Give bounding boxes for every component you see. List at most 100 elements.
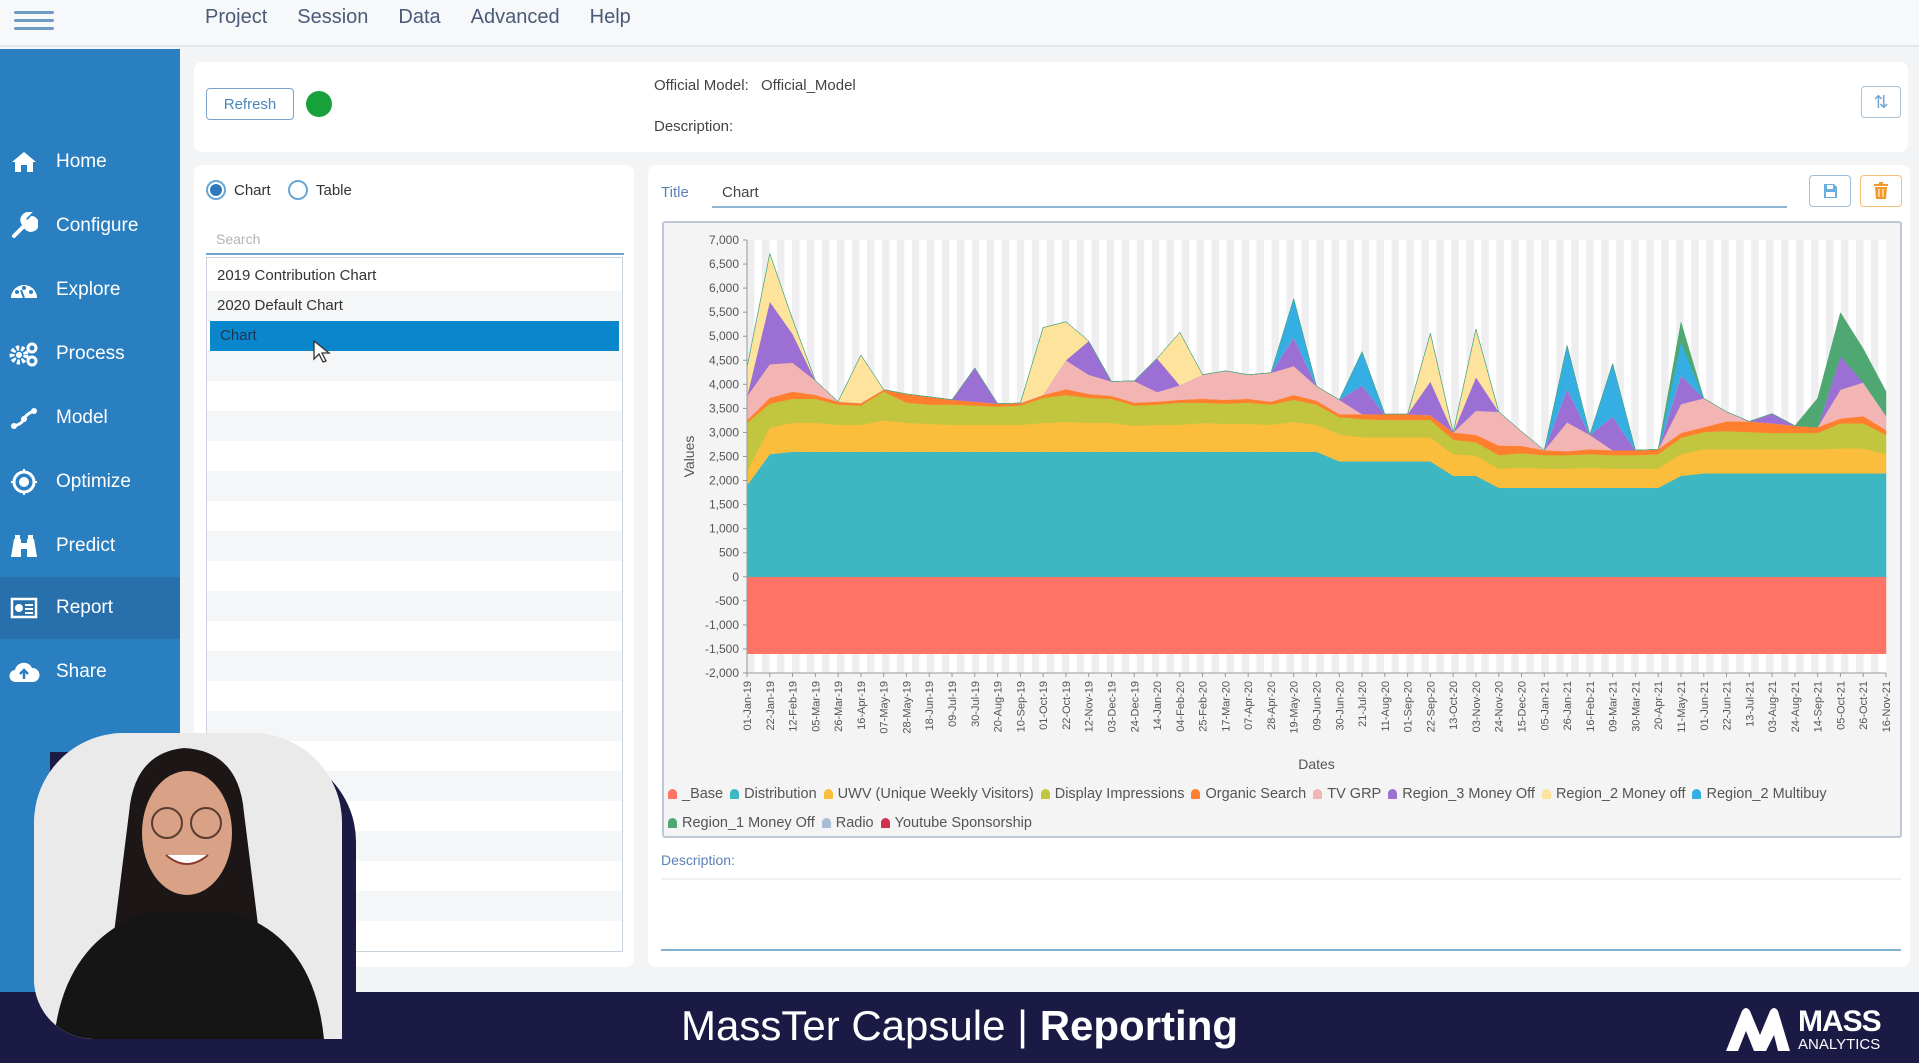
- list-item[interactable]: 2020 Default Chart: [207, 291, 622, 321]
- top-menu-bar: Project Session Data Advanced Help: [0, 0, 1919, 47]
- legend-marker-icon: [880, 818, 890, 828]
- x-axis-title: Dates: [1298, 756, 1335, 772]
- list-item-empty: [207, 651, 622, 681]
- menu-data[interactable]: Data: [398, 6, 440, 29]
- y-axis-title: Values: [681, 436, 697, 478]
- y-tick-label: 2,000: [709, 474, 739, 488]
- radio-chart[interactable]: Chart: [206, 180, 271, 200]
- sidebar-item-label: Model: [56, 407, 108, 428]
- x-tick-label: 05-Oct-21: [1835, 681, 1847, 730]
- legend-item[interactable]: Display Impressions: [1040, 780, 1184, 808]
- delete-button[interactable]: [1860, 175, 1902, 207]
- mass-analytics-logo: MASS ANALYTICS: [1722, 1004, 1882, 1053]
- sort-button[interactable]: ⇅: [1861, 86, 1901, 118]
- legend-marker-icon: [1388, 789, 1398, 799]
- sidebar-item-label: Process: [56, 343, 125, 364]
- official-model-label: Official Model:: [654, 77, 749, 94]
- list-item-empty: [207, 351, 622, 381]
- legend-marker-icon: [823, 789, 833, 799]
- legend-label: Distribution: [744, 786, 817, 802]
- title-label: Title: [661, 184, 689, 201]
- legend-label: Organic Search: [1205, 786, 1307, 802]
- sidebar-item-home[interactable]: Home: [0, 131, 180, 193]
- x-tick-label: 09-Jul-19: [947, 681, 959, 727]
- x-tick-label: 05-Jan-21: [1539, 681, 1551, 731]
- legend-item[interactable]: Region_3 Money Off: [1388, 780, 1535, 808]
- legend-marker-icon: [1191, 789, 1201, 799]
- x-tick-label: 30-Jun-20: [1334, 681, 1346, 731]
- wrench-icon: [4, 212, 44, 240]
- y-tick-label: -1,000: [705, 618, 739, 632]
- list-item-empty: [207, 621, 622, 651]
- chart-container: -2,000 -1,500 -1,000 -500 0 500 1,000 1,500 2,00…: [662, 221, 1902, 838]
- radio-chart-circle[interactable]: [206, 180, 226, 200]
- list-item-empty: [207, 381, 622, 411]
- home-icon: [4, 150, 44, 174]
- x-tick-label: 03-Dec-19: [1106, 681, 1118, 732]
- legend-item[interactable]: UWV (Unique Weekly Visitors): [823, 780, 1034, 808]
- list-item-empty: [207, 681, 622, 711]
- legend-marker-icon: [1040, 789, 1050, 799]
- y-tick-label: 7,000: [709, 233, 739, 247]
- model-icon: [4, 406, 44, 430]
- x-tick-label: 18-Jun-19: [924, 681, 936, 731]
- sidebar-item-report[interactable]: Report: [0, 577, 180, 639]
- y-tick-label: -500: [715, 594, 739, 608]
- y-tick-label: 4,500: [709, 353, 739, 367]
- sidebar-item-optimize[interactable]: Optimize: [0, 451, 180, 513]
- y-tick-label: 6,000: [709, 281, 739, 295]
- x-tick-label: 12-Nov-19: [1084, 681, 1096, 732]
- stacked-area-chart: -2,000 -1,500 -1,000 -500 0 500 1,000 1,500 2,00…: [681, 233, 1893, 772]
- list-item-selected[interactable]: Chart: [210, 321, 619, 351]
- gauge-icon: [4, 278, 44, 302]
- legend-item[interactable]: Region_2 Money off: [1541, 780, 1685, 808]
- y-tick-label: 2,500: [709, 450, 739, 464]
- refresh-button[interactable]: Refresh: [206, 88, 294, 120]
- x-tick-label: 20-Apr-21: [1653, 681, 1665, 730]
- sidebar-item-explore[interactable]: Explore: [0, 259, 180, 321]
- menu-help[interactable]: Help: [590, 6, 631, 29]
- sidebar-item-share[interactable]: Share: [0, 641, 180, 703]
- search-input[interactable]: [206, 225, 624, 255]
- title-input[interactable]: [712, 178, 1787, 208]
- chart-description-input[interactable]: [661, 878, 1901, 951]
- legend-item[interactable]: Organic Search: [1191, 780, 1306, 808]
- x-tick-label: 24-Aug-21: [1790, 681, 1802, 732]
- legend-item[interactable]: Distribution: [730, 780, 817, 808]
- hamburger-menu-icon[interactable]: [14, 6, 54, 36]
- sort-arrows-icon: ⇅: [1873, 91, 1889, 112]
- legend-item[interactable]: TV GRP: [1313, 780, 1381, 808]
- radio-table-circle[interactable]: [288, 180, 308, 200]
- sidebar-item-configure[interactable]: Configure: [0, 195, 180, 257]
- sidebar-item-label: Share: [56, 661, 107, 682]
- legend-item[interactable]: Region_1 Money Off: [668, 809, 815, 837]
- menu-project[interactable]: Project: [205, 6, 267, 29]
- menu-advanced[interactable]: Advanced: [471, 6, 560, 29]
- legend-item[interactable]: _Base: [668, 780, 723, 808]
- logo-main-text: MASS: [1798, 1004, 1882, 1038]
- list-item[interactable]: 2019 Contribution Chart: [207, 261, 622, 291]
- radio-table[interactable]: Table: [288, 180, 352, 200]
- legend-label: Region_3 Money Off: [1402, 786, 1535, 802]
- save-button[interactable]: [1809, 175, 1851, 207]
- x-tick-label: 15-Dec-20: [1517, 681, 1529, 732]
- x-tick-label: 01-Oct-19: [1038, 681, 1050, 730]
- sidebar-item-process[interactable]: Process: [0, 323, 180, 385]
- chart-legend: _Base Distribution UWV (Unique Weekly Visi…: [668, 780, 1896, 838]
- mouse-cursor-icon: [313, 340, 331, 363]
- legend-item[interactable]: Region_2 Multibuy: [1692, 780, 1827, 808]
- trash-icon: [1874, 182, 1888, 199]
- list-item-empty: [207, 531, 622, 561]
- legend-label: Region_1 Money Off: [682, 815, 815, 831]
- x-tick-label: 30-Mar-21: [1630, 681, 1642, 732]
- y-tick-label: 0: [732, 570, 739, 584]
- x-tick-label: 09-Mar-21: [1608, 681, 1620, 732]
- legend-item[interactable]: Radio: [821, 809, 874, 837]
- sidebar-item-predict[interactable]: Predict: [0, 515, 180, 577]
- x-tick-label: 01-Sep-20: [1403, 681, 1415, 732]
- sidebar-item-model[interactable]: Model: [0, 387, 180, 449]
- legend-item[interactable]: Youtube Sponsorship: [880, 809, 1032, 837]
- legend-marker-icon: [1313, 789, 1323, 799]
- menu-session[interactable]: Session: [297, 6, 368, 29]
- x-tick-label: 20-Aug-19: [993, 681, 1005, 732]
